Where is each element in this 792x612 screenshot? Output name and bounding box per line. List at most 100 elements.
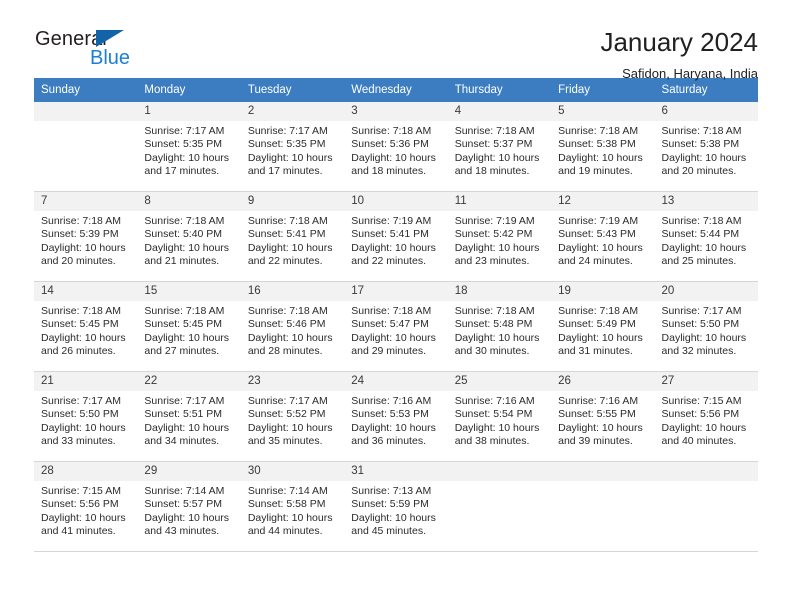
day-sun-info: Sunrise: 7:18 AM Sunset: 5:40 PM Daylight:…: [137, 211, 240, 269]
calendar-day-cell[interactable]: 4 Sunrise: 7:18 AM Sunset: 5:37 PM Daylight…: [447, 102, 552, 192]
sunrise-text: Sunrise: 7:18 AM: [558, 125, 639, 137]
sunset-text: Sunset: 5:35 PM: [144, 138, 223, 151]
calendar-day-cell[interactable]: 24 Sunrise: 7:16 AM Sunset: 5:53 PM Dayligh…: [344, 372, 448, 462]
day-cell-body: 9 Sunrise: 7:18 AM Sunset: 5:41 PM Daylight…: [240, 192, 345, 282]
calendar-day-cell[interactable]: [447, 462, 552, 552]
daylight-text-line2: and 17 minutes.: [247, 165, 323, 178]
calendar-day-cell[interactable]: 31 Sunrise: 7:13 AM Sunset: 5:59 PM Dayligh…: [344, 462, 448, 552]
calendar-day-cell[interactable]: 6 Sunrise: 7:18 AM Sunset: 5:38 PM Daylight…: [654, 102, 758, 192]
day-sun-info: Sunrise: 7:17 AM Sunset: 5:50 PM Daylight:…: [34, 391, 137, 449]
day-number: [551, 462, 655, 481]
sunset-text: Sunset: 5:43 PM: [558, 228, 636, 241]
calendar-day-cell[interactable]: 16 Sunrise: 7:18 AM Sunset: 5:46 PM Dayligh…: [240, 282, 345, 372]
calendar-day-cell[interactable]: 25 Sunrise: 7:16 AM Sunset: 5:54 PM Dayligh…: [447, 372, 552, 462]
calendar-day-cell[interactable]: 10 Sunrise: 7:19 AM Sunset: 5:41 PM Dayligh…: [344, 192, 448, 282]
calendar-week-row: 7 Sunrise: 7:18 AM Sunset: 5:39 PM Daylight…: [34, 192, 758, 282]
calendar-day-cell[interactable]: 11 Sunrise: 7:19 AM Sunset: 5:42 PM Dayligh…: [447, 192, 552, 282]
daylight-text-line1: Daylight: 10 hours: [351, 421, 436, 434]
day-sun-info: Sunrise: 7:18 AM Sunset: 5:41 PM Daylight:…: [241, 211, 344, 269]
daylight-text-line1: Daylight: 10 hours: [454, 421, 540, 434]
calendar-day-cell[interactable]: 19 Sunrise: 7:18 AM Sunset: 5:49 PM Dayligh…: [551, 282, 655, 372]
day-cell-body: 22 Sunrise: 7:17 AM Sunset: 5:51 PM Dayligh…: [137, 372, 241, 462]
weekday-header-cell: Thursday: [447, 78, 552, 102]
day-sun-info: Sunrise: 7:15 AM Sunset: 5:56 PM Daylight:…: [34, 481, 137, 539]
day-cell-body: [654, 462, 758, 552]
daylight-text-line1: Daylight: 10 hours: [558, 331, 643, 344]
daylight-text-line2: and 20 minutes.: [41, 255, 116, 268]
page-subtitle: Safidon, Haryana, India: [622, 66, 758, 81]
daylight-text-line1: Daylight: 10 hours: [41, 331, 126, 344]
sunrise-text: Sunrise: 7:18 AM: [247, 305, 328, 317]
calendar-day-cell[interactable]: [551, 462, 655, 552]
sunrise-text: Sunrise: 7:17 AM: [144, 395, 225, 407]
daylight-text-line2: and 38 minutes.: [454, 435, 530, 448]
sunset-text: Sunset: 5:37 PM: [454, 138, 533, 151]
daylight-text-line2: and 44 minutes.: [247, 525, 323, 538]
day-number: 7: [34, 192, 138, 211]
logo-triangle-icon: [96, 30, 124, 47]
day-number: 2: [240, 102, 345, 121]
day-sun-info: Sunrise: 7:18 AM Sunset: 5:39 PM Daylight:…: [34, 211, 137, 269]
calendar-day-cell[interactable]: 23 Sunrise: 7:17 AM Sunset: 5:52 PM Dayligh…: [240, 372, 345, 462]
day-number: 1: [137, 102, 241, 121]
calendar-day-cell[interactable]: 9 Sunrise: 7:18 AM Sunset: 5:41 PM Daylight…: [240, 192, 345, 282]
calendar-day-cell[interactable]: 26 Sunrise: 7:16 AM Sunset: 5:55 PM Dayligh…: [551, 372, 655, 462]
sunrise-text: Sunrise: 7:17 AM: [247, 125, 328, 137]
calendar-day-cell[interactable]: 2 Sunrise: 7:17 AM Sunset: 5:35 PM Daylight…: [240, 102, 345, 192]
day-sun-info: Sunrise: 7:18 AM Sunset: 5:36 PM Daylight:…: [344, 121, 447, 179]
sunrise-text: Sunrise: 7:17 AM: [144, 125, 225, 137]
calendar-day-cell[interactable]: 14 Sunrise: 7:18 AM Sunset: 5:45 PM Dayligh…: [34, 282, 138, 372]
daylight-text-line1: Daylight: 10 hours: [41, 241, 126, 254]
calendar-day-cell[interactable]: 7 Sunrise: 7:18 AM Sunset: 5:39 PM Daylight…: [34, 192, 138, 282]
day-number: 22: [137, 372, 241, 391]
calendar-day-cell[interactable]: 18 Sunrise: 7:18 AM Sunset: 5:48 PM Dayligh…: [447, 282, 552, 372]
calendar-day-cell[interactable]: 20 Sunrise: 7:17 AM Sunset: 5:50 PM Dayligh…: [654, 282, 758, 372]
day-cell-body: 27 Sunrise: 7:15 AM Sunset: 5:56 PM Dayligh…: [654, 372, 758, 462]
day-cell-body: 11 Sunrise: 7:19 AM Sunset: 5:42 PM Dayligh…: [447, 192, 552, 282]
calendar-day-cell[interactable]: 1 Sunrise: 7:17 AM Sunset: 5:35 PM Daylight…: [137, 102, 241, 192]
calendar-body: 1 Sunrise: 7:17 AM Sunset: 5:35 PM Daylight…: [34, 102, 758, 552]
daylight-text-line1: Daylight: 10 hours: [558, 151, 643, 164]
calendar-day-cell[interactable]: 3 Sunrise: 7:18 AM Sunset: 5:36 PM Daylight…: [344, 102, 448, 192]
calendar-day-cell[interactable]: 29 Sunrise: 7:14 AM Sunset: 5:57 PM Dayligh…: [137, 462, 241, 552]
daylight-text-line1: Daylight: 10 hours: [144, 331, 230, 344]
day-cell-body: 2 Sunrise: 7:17 AM Sunset: 5:35 PM Daylight…: [240, 102, 345, 192]
calendar-day-cell[interactable]: 21 Sunrise: 7:17 AM Sunset: 5:50 PM Dayligh…: [34, 372, 138, 462]
daylight-text-line2: and 19 minutes.: [558, 165, 633, 178]
sunset-text: Sunset: 5:38 PM: [661, 138, 740, 151]
calendar-day-cell[interactable]: 30 Sunrise: 7:14 AM Sunset: 5:58 PM Dayligh…: [240, 462, 345, 552]
sunrise-text: Sunrise: 7:18 AM: [558, 305, 639, 317]
sunset-text: Sunset: 5:45 PM: [144, 318, 223, 331]
sunrise-text: Sunrise: 7:18 AM: [247, 215, 328, 227]
calendar-day-cell[interactable]: 8 Sunrise: 7:18 AM Sunset: 5:40 PM Daylight…: [137, 192, 241, 282]
day-number: 10: [344, 192, 448, 211]
day-number: 19: [551, 282, 655, 301]
day-number: 18: [447, 282, 552, 301]
calendar-day-cell[interactable]: 12 Sunrise: 7:19 AM Sunset: 5:43 PM Dayligh…: [551, 192, 655, 282]
general-blue-logo[interactable]: General Blue: [34, 26, 154, 72]
day-number: 5: [551, 102, 655, 121]
day-sun-info: Sunrise: 7:16 AM Sunset: 5:53 PM Daylight:…: [344, 391, 447, 449]
sunrise-text: Sunrise: 7:17 AM: [661, 305, 742, 317]
day-number: 6: [654, 102, 758, 121]
calendar-day-cell[interactable]: [654, 462, 758, 552]
sunset-text: Sunset: 5:50 PM: [661, 318, 740, 331]
day-sun-info: Sunrise: 7:14 AM Sunset: 5:58 PM Daylight:…: [241, 481, 344, 539]
sunset-text: Sunset: 5:59 PM: [351, 498, 429, 511]
calendar-day-cell[interactable]: 15 Sunrise: 7:18 AM Sunset: 5:45 PM Dayligh…: [137, 282, 241, 372]
calendar-day-cell[interactable]: 5 Sunrise: 7:18 AM Sunset: 5:38 PM Daylight…: [551, 102, 655, 192]
calendar-day-cell[interactable]: 27 Sunrise: 7:15 AM Sunset: 5:56 PM Dayligh…: [654, 372, 758, 462]
day-number: 27: [654, 372, 758, 391]
daylight-text-line2: and 27 minutes.: [144, 345, 220, 358]
calendar-day-cell[interactable]: [34, 102, 138, 192]
calendar-day-cell[interactable]: 28 Sunrise: 7:15 AM Sunset: 5:56 PM Dayligh…: [34, 462, 138, 552]
sunset-text: Sunset: 5:41 PM: [351, 228, 429, 241]
day-cell-body: 7 Sunrise: 7:18 AM Sunset: 5:39 PM Daylight…: [34, 192, 138, 282]
calendar-day-cell[interactable]: 13 Sunrise: 7:18 AM Sunset: 5:44 PM Dayligh…: [654, 192, 758, 282]
calendar-day-cell[interactable]: 22 Sunrise: 7:17 AM Sunset: 5:51 PM Dayligh…: [137, 372, 241, 462]
calendar-week-row: 1 Sunrise: 7:17 AM Sunset: 5:35 PM Daylight…: [34, 102, 758, 192]
daylight-text-line2: and 22 minutes.: [351, 255, 426, 268]
calendar-day-cell[interactable]: 17 Sunrise: 7:18 AM Sunset: 5:47 PM Dayligh…: [344, 282, 448, 372]
day-number: 8: [137, 192, 241, 211]
day-sun-info: Sunrise: 7:19 AM Sunset: 5:43 PM Daylight:…: [551, 211, 654, 269]
